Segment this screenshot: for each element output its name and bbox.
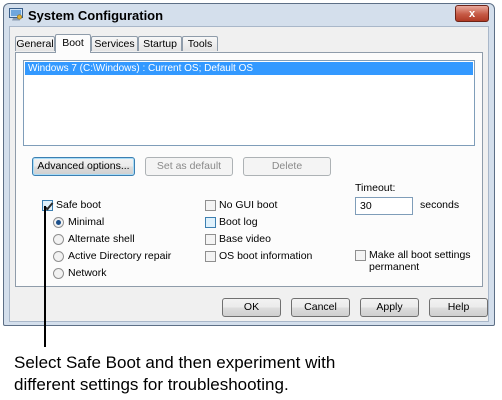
tab-services[interactable]: Services [91,36,138,51]
minimal-label: Minimal [68,216,105,228]
tab-general[interactable]: General [15,36,55,51]
cancel-button[interactable]: Cancel [291,298,350,317]
caption-line-2: different settings for troubleshooting. [14,375,289,394]
apply-button[interactable]: Apply [360,298,419,317]
title-bar[interactable]: System Configuration x [4,4,494,26]
make-permanent-label-line1: Make all boot settings [369,249,471,261]
caption: Select Safe Boot and then experiment wit… [14,352,494,396]
close-button[interactable]: x [455,5,489,22]
base-video-checkbox[interactable] [205,234,216,245]
boot-tab-panel: Windows 7 (C:\Windows) : Current OS; Def… [15,52,483,287]
active-directory-repair-radio[interactable] [53,251,64,262]
close-icon: x [468,8,476,20]
delete-button[interactable]: Delete [243,157,331,176]
tab-startup[interactable]: Startup [138,36,182,51]
set-as-default-button[interactable]: Set as default [145,157,233,176]
timeout-input[interactable]: 30 [355,197,413,215]
base-video-label: Base video [219,233,271,245]
help-button[interactable]: Help [429,298,488,317]
no-gui-boot-label: No GUI boot [219,199,278,211]
os-boot-information-label: OS boot information [219,250,313,262]
make-permanent-label-line2: permanent [369,261,420,273]
advanced-options-button[interactable]: Advanced options... [32,157,135,176]
tab-tools[interactable]: Tools [182,36,218,51]
network-radio[interactable] [53,268,64,279]
system-configuration-window: System Configuration x General Boot Serv… [3,3,495,326]
make-permanent-checkbox[interactable] [355,250,366,261]
alternate-shell-radio[interactable] [53,234,64,245]
network-label: Network [68,267,107,279]
ok-button[interactable]: OK [222,298,281,317]
callout-line [44,206,46,347]
os-boot-information-checkbox[interactable] [205,251,216,262]
window-title: System Configuration [28,8,164,23]
no-gui-boot-checkbox[interactable] [205,200,216,211]
caption-line-1: Select Safe Boot and then experiment wit… [14,353,336,372]
boot-log-checkbox[interactable] [205,217,216,228]
active-directory-repair-label: Active Directory repair [68,250,172,262]
os-listbox[interactable]: Windows 7 (C:\Windows) : Current OS; Def… [23,60,475,146]
safe-boot-label: Safe boot [56,199,101,211]
minimal-radio[interactable] [53,217,64,228]
os-list-item[interactable]: Windows 7 (C:\Windows) : Current OS; Def… [25,62,473,75]
timeout-label: Timeout: [355,182,396,194]
tab-boot[interactable]: Boot [55,34,91,53]
boot-log-label: Boot log [219,216,258,228]
timeout-unit-label: seconds [420,199,460,211]
alternate-shell-label: Alternate shell [68,233,135,245]
dialog-body: General Boot Services Startup Tools Wind… [9,26,489,322]
system-config-icon [9,8,23,21]
